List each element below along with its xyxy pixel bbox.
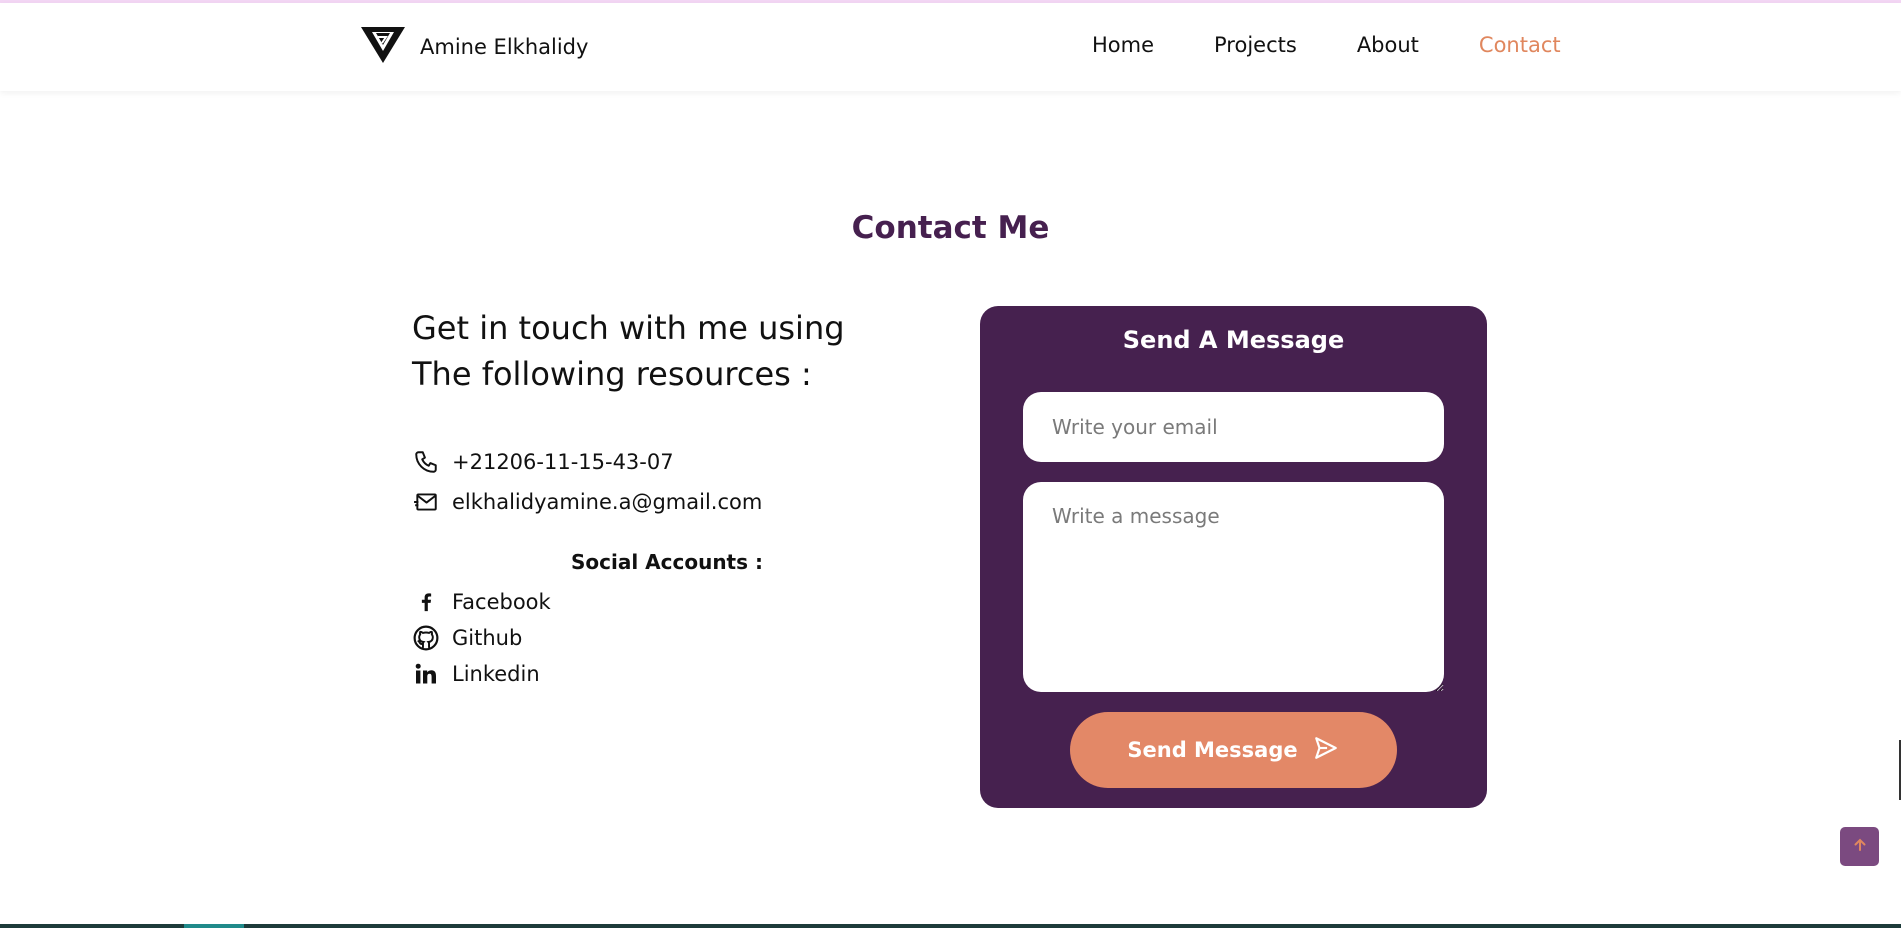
linkedin-label: Linkedin <box>452 662 540 686</box>
email-row: elkhalidyamine.a@gmail.com <box>412 488 762 516</box>
brand[interactable]: Amine Elkhalidy <box>360 25 588 69</box>
nav-contact[interactable]: Contact <box>1479 33 1561 57</box>
bottom-bar-segment <box>184 924 244 928</box>
nav-about[interactable]: About <box>1357 33 1419 57</box>
logo-icon <box>360 25 406 69</box>
brand-name: Amine Elkhalidy <box>420 35 589 59</box>
facebook-icon <box>412 588 440 616</box>
email-input[interactable] <box>1023 392 1444 462</box>
send-button-label: Send Message <box>1127 738 1298 762</box>
social-github[interactable]: Github <box>412 624 522 652</box>
main-nav: Home Projects About Contact <box>1092 33 1561 57</box>
social-facebook[interactable]: Facebook <box>412 588 551 616</box>
linkedin-icon <box>412 660 440 688</box>
send-message-button[interactable]: Send Message <box>1070 712 1397 788</box>
github-icon <box>412 624 440 652</box>
nav-projects[interactable]: Projects <box>1214 33 1297 57</box>
nav-home[interactable]: Home <box>1092 33 1154 57</box>
contact-intro: Get in touch with me using The following… <box>412 305 845 397</box>
social-linkedin[interactable]: Linkedin <box>412 660 540 688</box>
social-accounts-title: Social Accounts : <box>570 550 763 574</box>
form-title: Send A Message <box>1122 326 1345 354</box>
section-title: Contact Me <box>851 210 1050 246</box>
facebook-label: Facebook <box>452 590 551 614</box>
message-textarea[interactable] <box>1023 482 1444 692</box>
scroll-to-top-button[interactable] <box>1840 827 1879 866</box>
intro-line-2: The following resources : <box>412 355 812 393</box>
intro-line-1: Get in touch with me using <box>412 309 845 347</box>
bottom-bar <box>0 924 1901 928</box>
email-address[interactable]: elkhalidyamine.a@gmail.com <box>452 490 762 514</box>
envelope-icon <box>412 488 440 516</box>
site-header: Amine Elkhalidy Home Projects About Cont… <box>0 3 1901 91</box>
github-label: Github <box>452 626 523 650</box>
phone-row: +21206-11-15-43-07 <box>412 448 674 476</box>
send-icon <box>1312 735 1340 766</box>
arrow-up-icon <box>1852 837 1868 857</box>
phone-icon <box>412 448 440 476</box>
message-form: Send A Message Send Message <box>980 306 1487 808</box>
phone-number[interactable]: +21206-11-15-43-07 <box>452 450 674 474</box>
